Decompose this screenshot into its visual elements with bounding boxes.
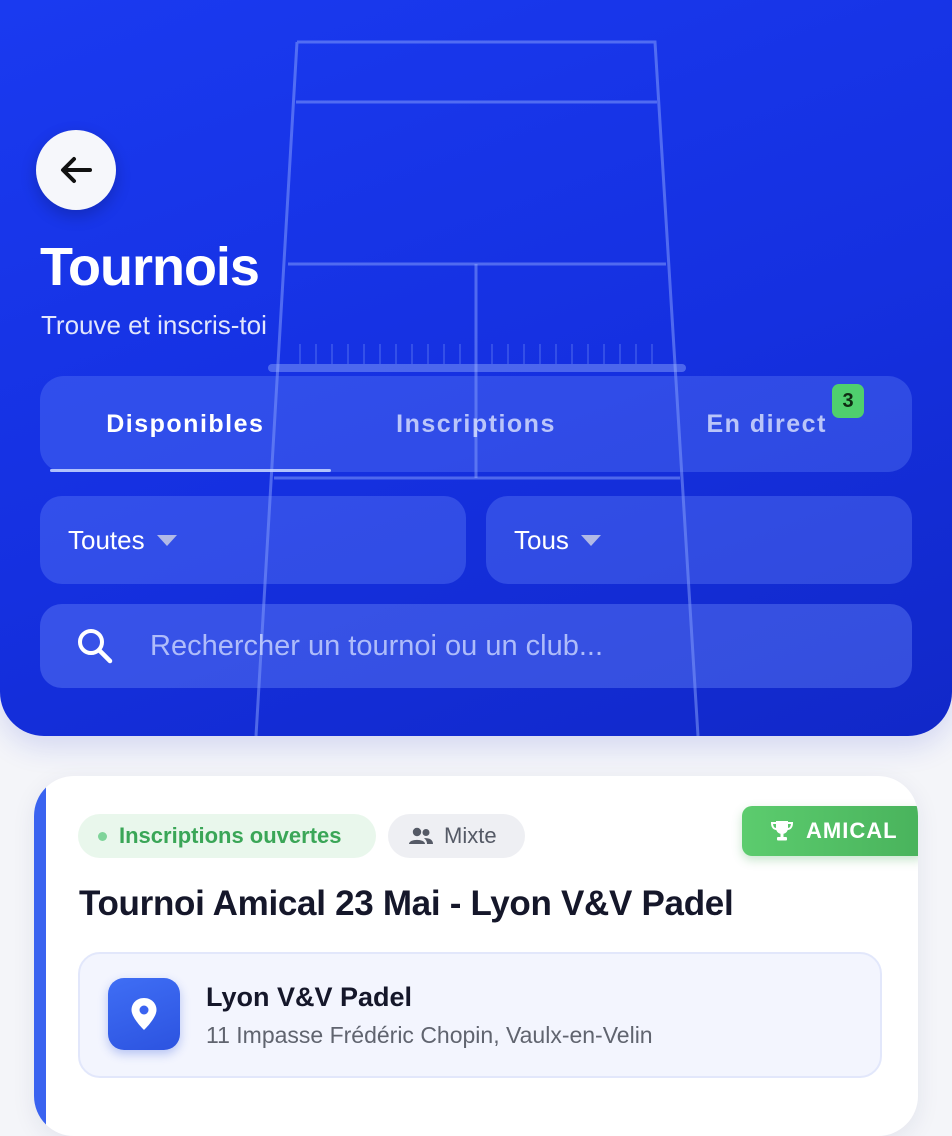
location-pin-icon bbox=[108, 978, 180, 1050]
tournament-type-badge: AMICAL bbox=[742, 806, 918, 856]
people-icon bbox=[409, 827, 433, 844]
header-hero: Tournois Trouve et inscris-toi Disponibl… bbox=[0, 0, 952, 736]
tab-label: En direct bbox=[706, 409, 827, 438]
tab-label: Disponibles bbox=[106, 409, 265, 438]
tab-bar: Disponibles Inscriptions En direct 3 bbox=[40, 376, 912, 472]
filter-select-value: Tous bbox=[514, 524, 569, 555]
filter-select-first[interactable]: Toutes bbox=[40, 496, 466, 584]
category-label: Mixte bbox=[444, 823, 497, 848]
caret-down-icon bbox=[580, 534, 601, 546]
back-button[interactable] bbox=[36, 130, 116, 210]
tournament-card[interactable]: Inscriptions ouvertes Mixte AMICAL Tourn… bbox=[34, 776, 918, 1136]
page-title: Tournois bbox=[40, 237, 260, 297]
search-placeholder: Rechercher un tournoi ou un club... bbox=[150, 629, 603, 662]
trophy-icon bbox=[770, 821, 794, 841]
active-tab-indicator bbox=[50, 469, 331, 472]
tab-label: Inscriptions bbox=[396, 409, 556, 438]
tab-en-direct[interactable]: En direct bbox=[621, 376, 912, 472]
caret-down-icon bbox=[156, 534, 177, 546]
venue-address: 11 Impasse Frédéric Chopin, Vaulx-en-Vel… bbox=[206, 1022, 653, 1048]
page-subtitle: Trouve et inscris-toi bbox=[41, 310, 267, 340]
category-badge: Mixte bbox=[388, 814, 525, 858]
tab-inscriptions[interactable]: Inscriptions bbox=[331, 376, 622, 472]
arrow-left-icon bbox=[61, 157, 92, 183]
status-dot bbox=[98, 831, 107, 841]
tab-disponibles[interactable]: Disponibles bbox=[40, 376, 331, 472]
status-label: Inscriptions ouvertes bbox=[119, 823, 342, 848]
card-accent-bar bbox=[34, 776, 46, 1136]
filter-select-second[interactable]: Tous bbox=[486, 496, 912, 584]
search-field[interactable]: Rechercher un tournoi ou un club... bbox=[40, 604, 912, 688]
live-count-badge: 3 bbox=[832, 384, 864, 418]
status-badge: Inscriptions ouvertes bbox=[78, 814, 376, 858]
venue-name: Lyon V&V Padel bbox=[206, 982, 413, 1012]
tournament-type-label: AMICAL bbox=[806, 818, 898, 843]
filter-select-value: Toutes bbox=[68, 524, 145, 555]
tournament-title: Tournoi Amical 23 Mai - Lyon V&V Padel bbox=[79, 884, 734, 923]
search-icon bbox=[78, 629, 113, 664]
venue-box[interactable]: Lyon V&V Padel 11 Impasse Frédéric Chopi… bbox=[78, 952, 882, 1078]
